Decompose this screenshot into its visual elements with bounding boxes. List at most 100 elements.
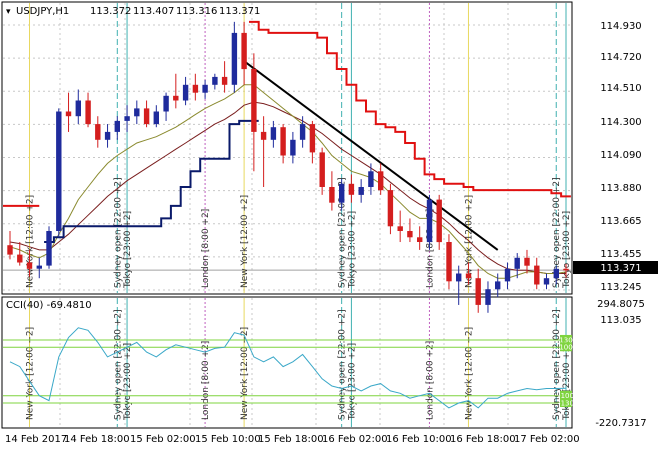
session-label: London [8:00 +2] (201, 341, 211, 420)
price-label: 114.510 (600, 83, 641, 94)
candle-body (524, 257, 530, 266)
candle-body (553, 268, 559, 279)
candle-body (192, 84, 199, 93)
candle-body (26, 262, 33, 269)
candle-body (358, 187, 364, 195)
candle-body (456, 273, 462, 282)
candle-body (329, 187, 335, 203)
candle-body (514, 257, 520, 269)
candle-body (153, 111, 159, 125)
price-label: 113.455 (600, 249, 641, 260)
candle-body (309, 124, 316, 153)
cci-level-text: 100 (559, 344, 572, 352)
candle-body (114, 120, 120, 132)
time-label: 16 Feb 10:00 (386, 434, 452, 445)
candle-body (182, 84, 189, 101)
candle-body (17, 254, 23, 263)
candle-body (95, 124, 101, 140)
header-open: 113.372 (90, 6, 131, 17)
candle-body (504, 268, 511, 282)
candle-body (36, 265, 42, 269)
candle-body (290, 139, 296, 156)
candle-body (46, 231, 52, 266)
session-label: Sydney open [22:00 +2] (113, 177, 123, 288)
candle-body (124, 116, 130, 121)
time-label: 14 Feb 18:00 (64, 434, 130, 445)
candle-body (251, 69, 257, 132)
candle-body (173, 95, 179, 101)
header-high: 113.407 (133, 6, 174, 17)
price-label: 114.300 (600, 117, 641, 128)
candle-body (387, 190, 394, 227)
session-label: Tokyo [23:00 +2] (123, 343, 133, 421)
price-label: 114.090 (600, 150, 641, 161)
candle-body (163, 95, 169, 112)
header-symbol: USDJPY,H1 (16, 6, 69, 17)
candle-body (280, 127, 286, 156)
price-label: 113.245 (600, 282, 641, 293)
candle-body (378, 171, 384, 191)
time-label: 15 Feb 10:00 (195, 434, 261, 445)
candle-body (212, 76, 218, 85)
candle-body (134, 108, 140, 117)
header-low: 113.316 (176, 6, 217, 17)
candle-body (56, 111, 62, 231)
candle-body (319, 152, 325, 187)
candle-body (221, 76, 228, 85)
candle-body (397, 226, 403, 231)
time-label: 16 Feb 18:00 (450, 434, 516, 445)
candle-body (407, 231, 413, 238)
candle-body (7, 245, 13, 255)
candle-body (231, 32, 238, 85)
time-axis[interactable]: 14 Feb 2017 14 Feb 18:00 15 Feb 02:00 15… (5, 434, 580, 445)
session-label: Tokyo [23:00 +2] (123, 211, 133, 289)
price-label: 114.930 (600, 21, 641, 32)
cci-level-text: -130 (558, 400, 574, 408)
session-label: Tokyo [23:00 +2] (347, 211, 357, 289)
price-label: 113.665 (600, 216, 641, 227)
candle-body (446, 242, 452, 282)
candle-body (143, 108, 150, 125)
price-pane-frame (1, 1, 573, 295)
candle-body (241, 32, 247, 70)
session-label: New York [12:00 +2] (240, 327, 250, 420)
candle-body (495, 281, 501, 290)
chart-window[interactable]: New York [12:00 +2] New York [12:00 +2] Sy… (0, 0, 660, 450)
time-label: 15 Feb 02:00 (130, 434, 196, 445)
session-label: New York [12:00 +2] (26, 195, 36, 288)
candle-body (436, 199, 442, 243)
price-axis[interactable]: 114.930 114.720 114.510 114.300 114.090 … (600, 21, 641, 326)
candle-body (563, 268, 569, 271)
time-label: 15 Feb 18:00 (258, 434, 324, 445)
candle-body (534, 265, 540, 285)
candle-body (339, 183, 345, 203)
header-close: 113.371 (219, 6, 260, 17)
session-label: London [8:00 +2] (425, 341, 435, 420)
candle-body (202, 84, 208, 93)
session-label: Tokyo [23:00 +2] (562, 343, 572, 421)
candle-body (417, 237, 423, 242)
session-label: London [8:00 +2] (201, 209, 211, 288)
time-label: 14 Feb 2017 (5, 434, 67, 445)
time-label: 16 Feb 02:00 (322, 434, 388, 445)
session-label: Tokyo [23:00 +2] (562, 211, 572, 289)
price-label: 113.035 (600, 315, 641, 326)
time-label: 17 Feb 02:00 (514, 434, 580, 445)
candle-body (104, 131, 111, 140)
candle-body (426, 199, 433, 243)
session-label: New York [12:00 +2] (240, 195, 250, 288)
indicator-pane-frame (1, 296, 573, 429)
cci-bottom-value: -220.7317 (595, 418, 646, 429)
session-label: New York [12:00 +2] (464, 327, 474, 420)
candle-body (270, 127, 277, 140)
current-price-label: 113.371 (600, 263, 641, 274)
session-label: New York [12:00 +2] (26, 327, 36, 420)
candle-body (543, 278, 550, 285)
price-label: 113.880 (600, 183, 641, 194)
cci-label: CCI(40) -69.4810 (6, 300, 92, 311)
candle-body (85, 100, 91, 125)
candle-body (260, 131, 267, 140)
candle-body (485, 289, 491, 305)
candle-body (348, 183, 355, 195)
candle-body (475, 278, 481, 305)
